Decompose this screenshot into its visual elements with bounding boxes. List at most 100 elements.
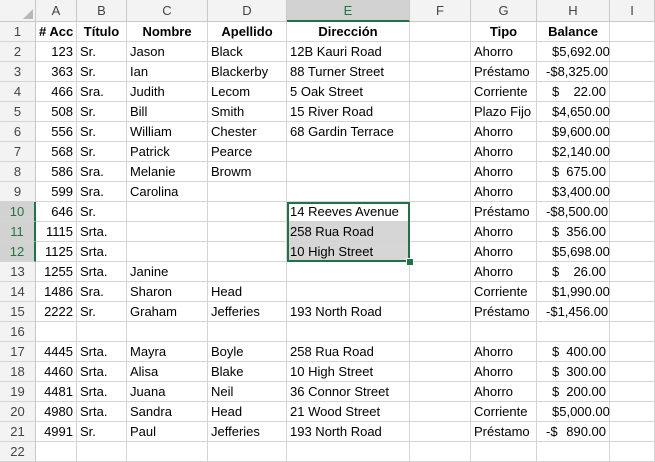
cell-c21[interactable]: Paul — [127, 422, 208, 442]
cell-f1[interactable] — [410, 22, 471, 42]
cell-f17[interactable] — [410, 342, 471, 362]
cell-d14[interactable]: Head — [208, 282, 287, 302]
cell-a16[interactable] — [36, 322, 77, 342]
cell-d2[interactable]: Black — [208, 42, 287, 62]
cell-f13[interactable] — [410, 262, 471, 282]
cell-h7[interactable]: $2,140.00 — [537, 142, 610, 162]
fill-handle[interactable] — [406, 258, 414, 266]
cell-i8[interactable] — [610, 162, 655, 182]
cell-e11[interactable]: 258 Rua Road — [287, 222, 410, 242]
cell-b20[interactable]: Srta. — [77, 402, 127, 422]
cell-e7[interactable] — [287, 142, 410, 162]
cell-f10[interactable] — [410, 202, 471, 222]
cell-a7[interactable]: 568 — [36, 142, 77, 162]
cell-b19[interactable]: Srta. — [77, 382, 127, 402]
cell-g21[interactable]: Préstamo — [471, 422, 537, 442]
cell-h22[interactable] — [537, 442, 610, 462]
cell-g6[interactable]: Ahorro — [471, 122, 537, 142]
cell-a6[interactable]: 556 — [36, 122, 77, 142]
cell-d12[interactable] — [208, 242, 287, 262]
cell-f6[interactable] — [410, 122, 471, 142]
cell-b4[interactable]: Sra. — [77, 82, 127, 102]
column-header-d[interactable]: D — [208, 0, 287, 22]
cell-b18[interactable]: Srta. — [77, 362, 127, 382]
cell-g14[interactable]: Corriente — [471, 282, 537, 302]
cell-e19[interactable]: 36 Connor Street — [287, 382, 410, 402]
cell-b22[interactable] — [77, 442, 127, 462]
cell-g9[interactable]: Ahorro — [471, 182, 537, 202]
cell-g18[interactable]: Ahorro — [471, 362, 537, 382]
cell-e8[interactable] — [287, 162, 410, 182]
cell-g7[interactable]: Ahorro — [471, 142, 537, 162]
cell-f11[interactable] — [410, 222, 471, 242]
cell-f19[interactable] — [410, 382, 471, 402]
cell-c9[interactable]: Carolina — [127, 182, 208, 202]
cell-d13[interactable] — [208, 262, 287, 282]
cell-h16[interactable] — [537, 322, 610, 342]
cell-i22[interactable] — [610, 442, 655, 462]
cell-i15[interactable] — [610, 302, 655, 322]
cell-h5[interactable]: $4,650.00 — [537, 102, 610, 122]
cell-e10[interactable]: 14 Reeves Avenue — [287, 202, 410, 222]
cell-b16[interactable] — [77, 322, 127, 342]
cell-g20[interactable]: Corriente — [471, 402, 537, 422]
cell-b17[interactable]: Srta. — [77, 342, 127, 362]
cell-a10[interactable]: 646 — [36, 202, 77, 222]
cell-g8[interactable]: Ahorro — [471, 162, 537, 182]
column-header-b[interactable]: B — [77, 0, 127, 22]
column-header-c[interactable]: C — [127, 0, 208, 22]
cell-b14[interactable]: Sra. — [77, 282, 127, 302]
cell-f3[interactable] — [410, 62, 471, 82]
cell-c6[interactable]: William — [127, 122, 208, 142]
cell-b12[interactable]: Srta. — [77, 242, 127, 262]
cell-d16[interactable] — [208, 322, 287, 342]
cell-c8[interactable]: Melanie — [127, 162, 208, 182]
cell-i6[interactable] — [610, 122, 655, 142]
row-header[interactable]: 14 — [0, 282, 36, 302]
cell-b2[interactable]: Sr. — [77, 42, 127, 62]
cell-g10[interactable]: Préstamo — [471, 202, 537, 222]
cell-d6[interactable]: Chester — [208, 122, 287, 142]
cell-d4[interactable]: Lecom — [208, 82, 287, 102]
cell-d1[interactable]: Apellido — [208, 22, 287, 42]
cell-i21[interactable] — [610, 422, 655, 442]
cell-f9[interactable] — [410, 182, 471, 202]
cell-i2[interactable] — [610, 42, 655, 62]
cell-i4[interactable] — [610, 82, 655, 102]
cell-h19[interactable]: $200.00 — [537, 382, 610, 402]
cell-h18[interactable]: $300.00 — [537, 362, 610, 382]
cell-d20[interactable]: Head — [208, 402, 287, 422]
cell-i12[interactable] — [610, 242, 655, 262]
cell-e9[interactable] — [287, 182, 410, 202]
cell-e22[interactable] — [287, 442, 410, 462]
cell-g15[interactable]: Préstamo — [471, 302, 537, 322]
cell-f12[interactable] — [410, 242, 471, 262]
cell-h15[interactable]: -$ 1,456.00 — [537, 302, 610, 322]
row-header[interactable]: 9 — [0, 182, 36, 202]
cell-g16[interactable] — [471, 322, 537, 342]
cell-h21[interactable]: -$ 890.00 — [537, 422, 610, 442]
cell-a20[interactable]: 4980 — [36, 402, 77, 422]
cell-e6[interactable]: 68 Gardin Terrace — [287, 122, 410, 142]
cell-d21[interactable]: Jefferies — [208, 422, 287, 442]
cell-c11[interactable] — [127, 222, 208, 242]
cell-d19[interactable]: Neil — [208, 382, 287, 402]
cell-i11[interactable] — [610, 222, 655, 242]
row-header[interactable]: 17 — [0, 342, 36, 362]
cell-a2[interactable]: 123 — [36, 42, 77, 62]
cell-c16[interactable] — [127, 322, 208, 342]
cell-b3[interactable]: Sr. — [77, 62, 127, 82]
cell-d18[interactable]: Blake — [208, 362, 287, 382]
cell-c22[interactable] — [127, 442, 208, 462]
cell-d8[interactable]: Browm — [208, 162, 287, 182]
cell-c17[interactable]: Mayra — [127, 342, 208, 362]
cell-c18[interactable]: Alisa — [127, 362, 208, 382]
cell-d10[interactable] — [208, 202, 287, 222]
cell-e20[interactable]: 21 Wood Street — [287, 402, 410, 422]
cell-h8[interactable]: $675.00 — [537, 162, 610, 182]
cell-c4[interactable]: Judith — [127, 82, 208, 102]
cell-h9[interactable]: $3,400.00 — [537, 182, 610, 202]
cell-i10[interactable] — [610, 202, 655, 222]
cell-i13[interactable] — [610, 262, 655, 282]
cell-b8[interactable]: Sra. — [77, 162, 127, 182]
